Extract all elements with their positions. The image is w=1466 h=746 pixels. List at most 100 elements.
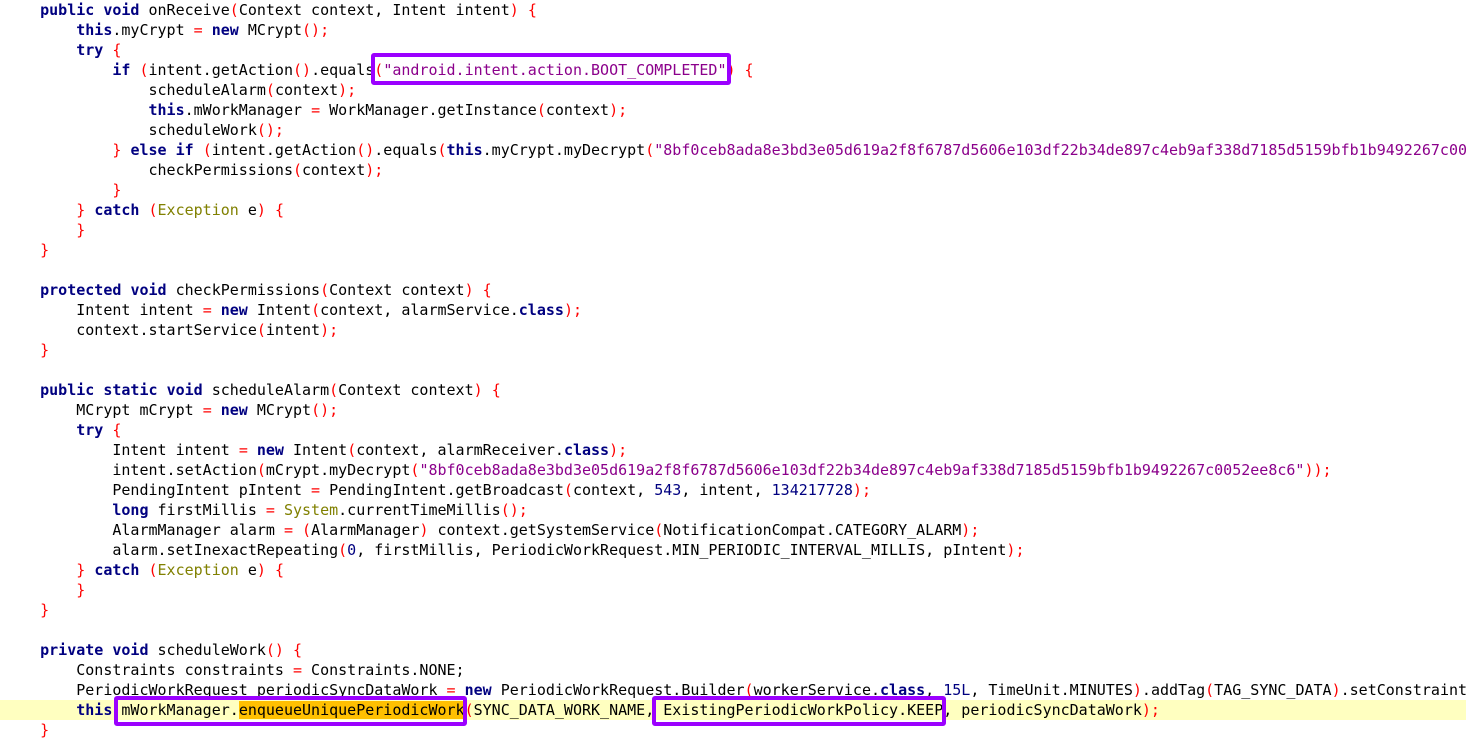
code-token: } <box>40 241 50 259</box>
code-line[interactable]: public static void scheduleAlarm(Context… <box>0 380 1466 400</box>
code-token: context, <box>572 481 655 499</box>
code-token: ( <box>374 61 384 79</box>
code-line[interactable]: } catch (Exception e) { <box>0 560 1466 580</box>
code-line[interactable] <box>0 360 1466 380</box>
code-editor[interactable]: public void onReceive(Context context, I… <box>0 0 1466 746</box>
code-line[interactable]: intent.setAction(mCrypt.myDecrypt("8bf0c… <box>0 460 1466 480</box>
code-token: void <box>103 1 140 19</box>
code-line[interactable]: } <box>0 720 1466 740</box>
code-token: intent.getAction <box>211 141 357 159</box>
code-token: e <box>238 561 257 579</box>
code-line[interactable]: this.mWorkManager = WorkManager.getInsta… <box>0 100 1466 120</box>
code-line[interactable]: PendingIntent pIntent = PendingIntent.ge… <box>0 480 1466 500</box>
code-line[interactable]: alarm.setInexactRepeating(0, firstMillis… <box>0 540 1466 560</box>
code-token: ( <box>311 301 321 319</box>
code-token: "android.intent.action.BOOT_COMPLETED" <box>383 61 727 79</box>
code-token: ); <box>609 101 628 119</box>
code-token: this <box>446 141 483 159</box>
code-token: MCrypt <box>238 21 303 39</box>
code-line[interactable]: } catch (Exception e) { <box>0 200 1466 220</box>
code-line[interactable]: PeriodicWorkRequest periodicSyncDataWork… <box>0 680 1466 700</box>
code-token: checkPermissions <box>166 281 321 299</box>
code-token: ); <box>609 441 628 459</box>
code-token: } <box>40 601 50 619</box>
code-token: = <box>283 521 293 539</box>
code-token: intent <box>265 321 321 339</box>
code-token: { <box>112 421 122 439</box>
code-line[interactable]: private void scheduleWork() { <box>0 640 1466 660</box>
code-token: this <box>148 101 185 119</box>
code-token: )); <box>1304 461 1332 479</box>
code-token: alarm.setInexactRepeating <box>4 541 339 559</box>
code-token: public <box>40 1 95 19</box>
code-token: .myCrypt.myDecrypt <box>482 141 646 159</box>
code-token: ( <box>320 281 330 299</box>
code-line[interactable]: } <box>0 180 1466 200</box>
code-token: ( <box>256 321 266 339</box>
code-line[interactable]: } <box>0 220 1466 240</box>
code-token: Intent <box>247 301 312 319</box>
code-line[interactable]: public void onReceive(Context context, I… <box>0 0 1466 20</box>
code-token: void <box>112 641 149 659</box>
code-line[interactable]: } else if (intent.getAction().equals(thi… <box>0 140 1466 160</box>
code-line[interactable]: checkPermissions(context); <box>0 160 1466 180</box>
code-line[interactable]: } <box>0 580 1466 600</box>
code-token: "8bf0ceb8ada8e3bd3e05d619a2f8f6787d5606e… <box>654 141 1466 159</box>
code-line[interactable] <box>0 620 1466 640</box>
code-token: .setConstraints <box>1340 681 1466 699</box>
code-token: ( <box>1205 681 1215 699</box>
code-token: private <box>40 641 104 659</box>
code-line[interactable]: Constraints constraints = Constraints.NO… <box>0 660 1466 680</box>
code-token: = <box>193 21 203 39</box>
code-token: 134217728 <box>771 481 853 499</box>
code-token: new <box>220 401 248 419</box>
code-token: (); <box>256 121 284 139</box>
code-line[interactable]: this.myCrypt = new MCrypt(); <box>0 20 1466 40</box>
code-token: try <box>76 421 104 439</box>
code-token: catch <box>94 201 140 219</box>
code-token: 15L <box>943 681 971 699</box>
code-line[interactable]: scheduleWork(); <box>0 120 1466 140</box>
code-token: NotificationCompat.CATEGORY_ALARM <box>663 521 962 539</box>
code-line[interactable]: } <box>0 600 1466 620</box>
code-line[interactable]: try { <box>0 420 1466 440</box>
code-line[interactable]: Intent intent = new Intent(context, alar… <box>0 300 1466 320</box>
code-token: checkPermissions <box>4 161 293 179</box>
code-token: () <box>265 641 284 659</box>
code-line[interactable]: protected void checkPermissions(Context … <box>0 280 1466 300</box>
code-token: () <box>293 61 312 79</box>
code-line[interactable]: Intent intent = new Intent(context, alar… <box>0 440 1466 460</box>
code-line[interactable] <box>0 260 1466 280</box>
code-token: { <box>112 41 122 59</box>
code-token: PendingIntent pIntent <box>4 481 312 499</box>
code-token: Constraints.NONE; <box>302 661 465 679</box>
code-token: = <box>265 501 275 519</box>
code-line[interactable]: } <box>0 240 1466 260</box>
code-token: ( <box>338 541 348 559</box>
code-token: , intent, <box>681 481 772 499</box>
code-token: ); <box>563 301 582 319</box>
code-line[interactable]: long firstMillis = System.currentTimeMil… <box>0 500 1466 520</box>
code-token: () <box>356 141 375 159</box>
code-token: firstMillis <box>148 501 266 519</box>
code-token: Constraints constraints <box>4 661 293 679</box>
code-line[interactable]: scheduleAlarm(context); <box>0 80 1466 100</box>
code-token: PendingIntent.getBroadcast <box>320 481 564 499</box>
code-line-current[interactable]: this.mWorkManager.enqueueUniquePeriodicW… <box>0 700 1466 720</box>
code-line[interactable]: try { <box>0 40 1466 60</box>
code-line[interactable]: MCrypt mCrypt = new MCrypt(); <box>0 400 1466 420</box>
code-line[interactable]: } <box>0 340 1466 360</box>
code-line[interactable]: AlarmManager alarm = (AlarmManager) cont… <box>0 520 1466 540</box>
code-token: ) <box>1331 681 1341 699</box>
code-line[interactable]: if (intent.getAction().equals("android.i… <box>0 60 1466 80</box>
code-line[interactable]: context.startService(intent); <box>0 320 1466 340</box>
